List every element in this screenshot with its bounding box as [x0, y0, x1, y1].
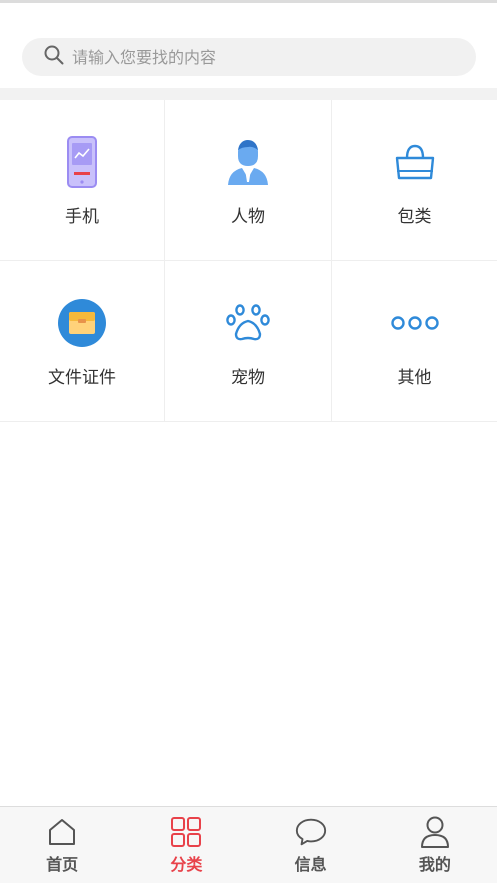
tab-messages[interactable]: 信息 — [249, 807, 373, 883]
tab-label: 信息 — [294, 855, 327, 874]
category-grid: 手机 人物 包类 文件证件 宠物 其他 — [0, 100, 497, 422]
tab-label: 我的 — [418, 855, 451, 874]
category-label: 其他 — [397, 368, 432, 388]
search-icon — [44, 45, 64, 69]
search-bar[interactable] — [22, 38, 476, 76]
category-others[interactable]: 其他 — [332, 261, 497, 422]
category-documents[interactable]: 文件证件 — [0, 261, 165, 422]
search-input[interactable] — [72, 47, 452, 67]
category-label: 包类 — [397, 207, 432, 227]
category-phone[interactable]: 手机 — [0, 100, 165, 261]
tab-mine[interactable]: 我的 — [373, 807, 497, 883]
bag-icon — [389, 136, 441, 188]
section-divider — [0, 88, 497, 100]
folder-icon — [56, 297, 108, 349]
category-label: 手机 — [65, 207, 99, 227]
phone-icon — [56, 136, 108, 188]
category-bag[interactable]: 包类 — [332, 100, 497, 261]
category-label: 人物 — [231, 207, 265, 227]
chat-icon — [294, 815, 328, 849]
tab-category[interactable]: 分类 — [124, 807, 248, 883]
user-icon — [418, 815, 452, 849]
category-label: 文件证件 — [48, 368, 116, 388]
bottom-tab-bar: 首页 分类 信息 我的 — [0, 806, 497, 883]
category-person[interactable]: 人物 — [165, 100, 332, 261]
grid-icon — [169, 815, 203, 849]
tab-home[interactable]: 首页 — [0, 807, 124, 883]
tab-label: 首页 — [46, 855, 79, 874]
person-icon — [222, 136, 274, 188]
tab-label: 分类 — [170, 855, 203, 874]
paw-icon — [222, 297, 274, 349]
home-icon — [45, 815, 79, 849]
category-label: 宠物 — [231, 368, 265, 388]
more-icon — [389, 297, 441, 349]
top-border — [0, 0, 497, 3]
category-pets[interactable]: 宠物 — [165, 261, 332, 422]
